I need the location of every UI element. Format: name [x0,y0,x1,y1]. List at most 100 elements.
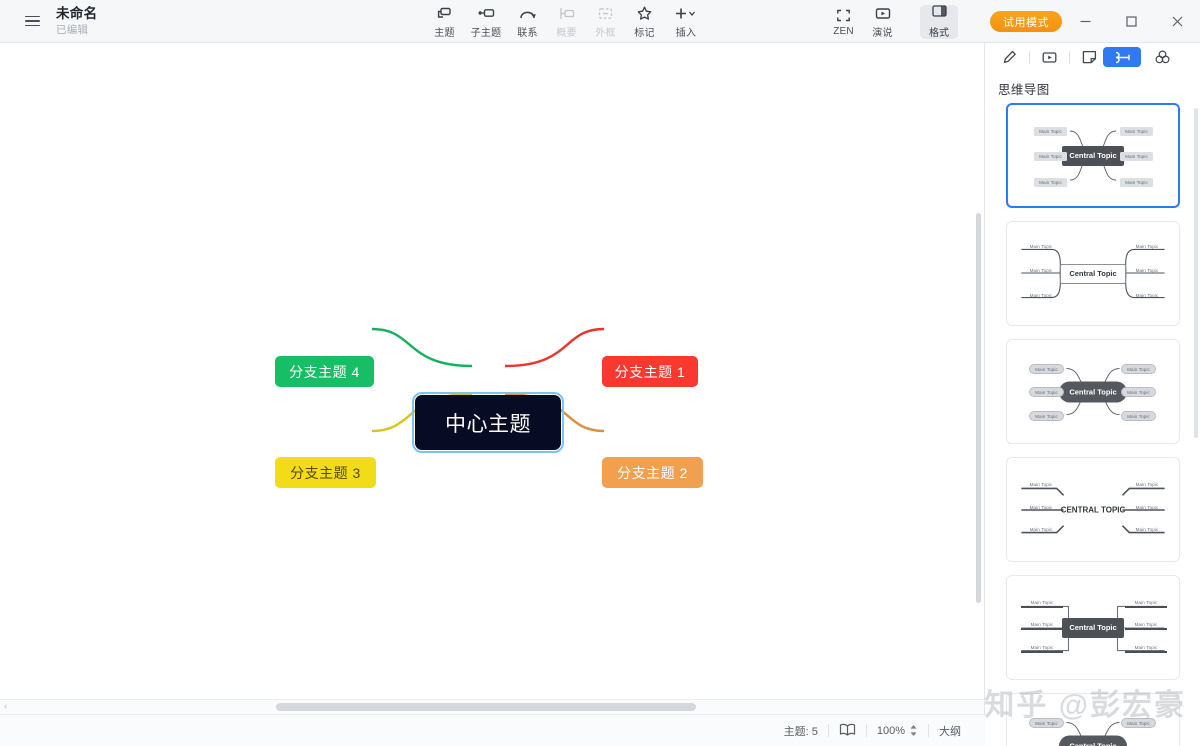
relation-icon [519,5,536,22]
sticker-icon[interactable] [1076,47,1103,67]
window-controls: 试用模式 [990,0,1200,43]
title-toolbar: 未命名 已编辑 主题 子主题 联系 概要 外框 标记 插入 ZEN 演说 格式 … [0,0,1200,43]
thumbnail-branch: Main Topic [1034,178,1067,187]
read-mode-button[interactable] [829,723,866,739]
mindmap-connectors [371,327,605,433]
toolbar-item-subtopic[interactable]: 子主题 [464,0,508,43]
minimize-button[interactable] [1062,0,1108,43]
toolbar-item-relation[interactable]: 联系 [508,0,547,43]
slide-icon[interactable] [1036,47,1063,67]
canvas-vertical-scrollbar[interactable] [976,213,981,603]
zoom-stepper-icon[interactable] [909,724,918,737]
thumbnail-preview: Central Topic Main Topic Main Topic [1007,694,1179,746]
toolbar-label: 演说 [872,27,893,39]
thumbnail-branch: Main Topic [1029,244,1053,249]
thumbnail-branch: Main Topic [1029,718,1064,728]
toolbar-item-boundary: 外框 [586,0,625,43]
toolbar-item-topic[interactable]: 主题 [425,0,464,43]
thumbnail-branch: Main Topic [1135,268,1159,273]
theme-thumbnail-2[interactable]: Central Topic Main Topic Main Topic Main… [1006,221,1180,326]
hamburger-icon[interactable] [12,15,52,27]
toolbar-item-summary: 概要 [547,0,586,43]
summary-icon [559,5,575,22]
maximize-button[interactable] [1108,0,1154,43]
toolbar-label: ZEN [833,25,854,37]
theme-thumbnail-4[interactable]: CENTRAL TOPIC Main Topic Main Topic Main… [1006,457,1180,562]
close-button[interactable] [1154,0,1200,43]
thumbnail-branch: Main Topic [1135,482,1159,487]
document-status: 已编辑 [56,23,89,36]
canvas-horizontal-scroll-track[interactable]: ‹ [0,699,984,714]
thumbnail-central-node: Central Topic [1059,735,1127,746]
theme-thumbnail-3[interactable]: Central Topic Main Topic Main Topic Main… [1006,339,1180,444]
scroll-left-icon[interactable]: ‹ [4,701,7,712]
thumbnail-branch: Main Topic [1120,152,1153,161]
toolbar-item-present[interactable]: 演说 [863,0,902,43]
thumbnail-branch: Main Topic [1021,598,1063,608]
thumbnail-branch: Main Topic [1121,387,1156,397]
theme-thumbnail-1[interactable]: Central Topic Main Topic Main Topic Main… [1006,103,1180,208]
toolbar-label: 外框 [595,27,616,39]
mindmap-node-center[interactable]: 中心主题 [412,392,564,453]
topic-count: 主题: 5 [783,725,818,738]
theme-color-icon[interactable] [1149,47,1176,67]
thumbnail-preview: Central Topic Main Topic Main Topic Main… [1007,576,1179,679]
toolbar-item-zen[interactable]: ZEN [824,0,863,43]
format-panel-button[interactable]: 格式 [920,4,958,39]
thumbnail-central-node: CENTRAL TOPIC [1060,505,1126,514]
insert-plus-icon [675,5,697,22]
page-title: 未命名 [56,6,98,22]
main-toolbar: 主题 子主题 联系 概要 外框 标记 插入 [425,0,708,43]
thumbnail-preview: Central Topic Main Topic Main Topic Main… [1007,340,1179,443]
thumbnail-central-node: Central Topic [1062,617,1124,638]
thumbnail-branch: Main Topic [1029,268,1053,273]
mindmap-node-branch-4[interactable]: 分支主题 4 [275,356,374,387]
toolbar-label: 概要 [556,27,577,39]
toolbar-label: 主题 [434,27,455,39]
thumbnail-branch: Main Topic [1120,127,1153,136]
zoom-control[interactable]: 100% [867,724,928,737]
trial-mode-badge[interactable]: 试用模式 [990,11,1062,32]
thumbnail-branch: Main Topic [1021,620,1063,630]
thumbnail-branch: Main Topic [1029,293,1053,298]
mindmap-canvas[interactable]: 中心主题 分支主题 1 分支主题 2 分支主题 3 分支主题 4 ‹ [0,43,985,714]
thumbnail-branch: Main Topic [1120,178,1153,187]
style-brush-icon[interactable] [996,47,1023,67]
thumbnail-branch: Main Topic [1029,411,1064,421]
theme-thumbnail-6[interactable]: Central Topic Main Topic Main Topic [1006,693,1180,746]
thumbnail-branch: Main Topic [1135,505,1159,510]
thumbnail-branch: Main Topic [1029,482,1053,487]
thumbnail-central-node: Central Topic [1059,381,1127,402]
toolbar-label: 子主题 [470,27,502,39]
thumbnail-branch: Main Topic [1121,411,1156,421]
thumbnail-branch: Main Topic [1029,387,1064,397]
thumbnail-branch: Main Topic [1029,505,1053,510]
toolbar-item-insert[interactable]: 插入 [664,0,708,43]
thumbnail-preview: Central Topic Main Topic Main Topic Main… [1008,105,1178,206]
outline-button[interactable]: 大纲 [929,723,971,739]
thumbnail-central-node: Central Topic [1060,263,1126,284]
thumbnail-branch: Main Topic [1125,620,1167,630]
theme-thumbnail-5[interactable]: Central Topic Main Topic Main Topic Main… [1006,575,1180,680]
theme-thumbnail-list[interactable]: Central Topic Main Topic Main Topic Main… [986,103,1200,746]
present-icon [875,5,891,22]
mindmap-icon[interactable] [1103,47,1141,67]
mindmap-node-branch-3[interactable]: 分支主题 3 [275,457,376,488]
toolbar-label: 标记 [634,27,655,39]
thumbnail-branch: Main Topic [1135,244,1159,249]
subtopic-icon [478,5,495,22]
format-panel-icon [931,4,947,22]
thumbnail-branch: Main Topic [1034,127,1067,136]
mindmap-node-branch-1[interactable]: 分支主题 1 [602,356,698,387]
thumbnail-branch: Main Topic [1121,364,1156,374]
topic-icon [437,5,452,22]
panel-toolbar [986,43,1200,71]
thumbnail-branch: Main Topic [1125,643,1167,653]
toolbar-item-marker[interactable]: 标记 [625,0,664,43]
canvas-horizontal-scrollbar[interactable] [276,703,696,711]
zen-icon [836,7,851,24]
right-panel: 思维导图 Central Topic Main Topic Main Topic… [986,43,1200,746]
panel-scrollbar[interactable] [1194,108,1198,438]
read-mode-icon [839,723,856,739]
mindmap-node-branch-2[interactable]: 分支主题 2 [602,457,703,488]
